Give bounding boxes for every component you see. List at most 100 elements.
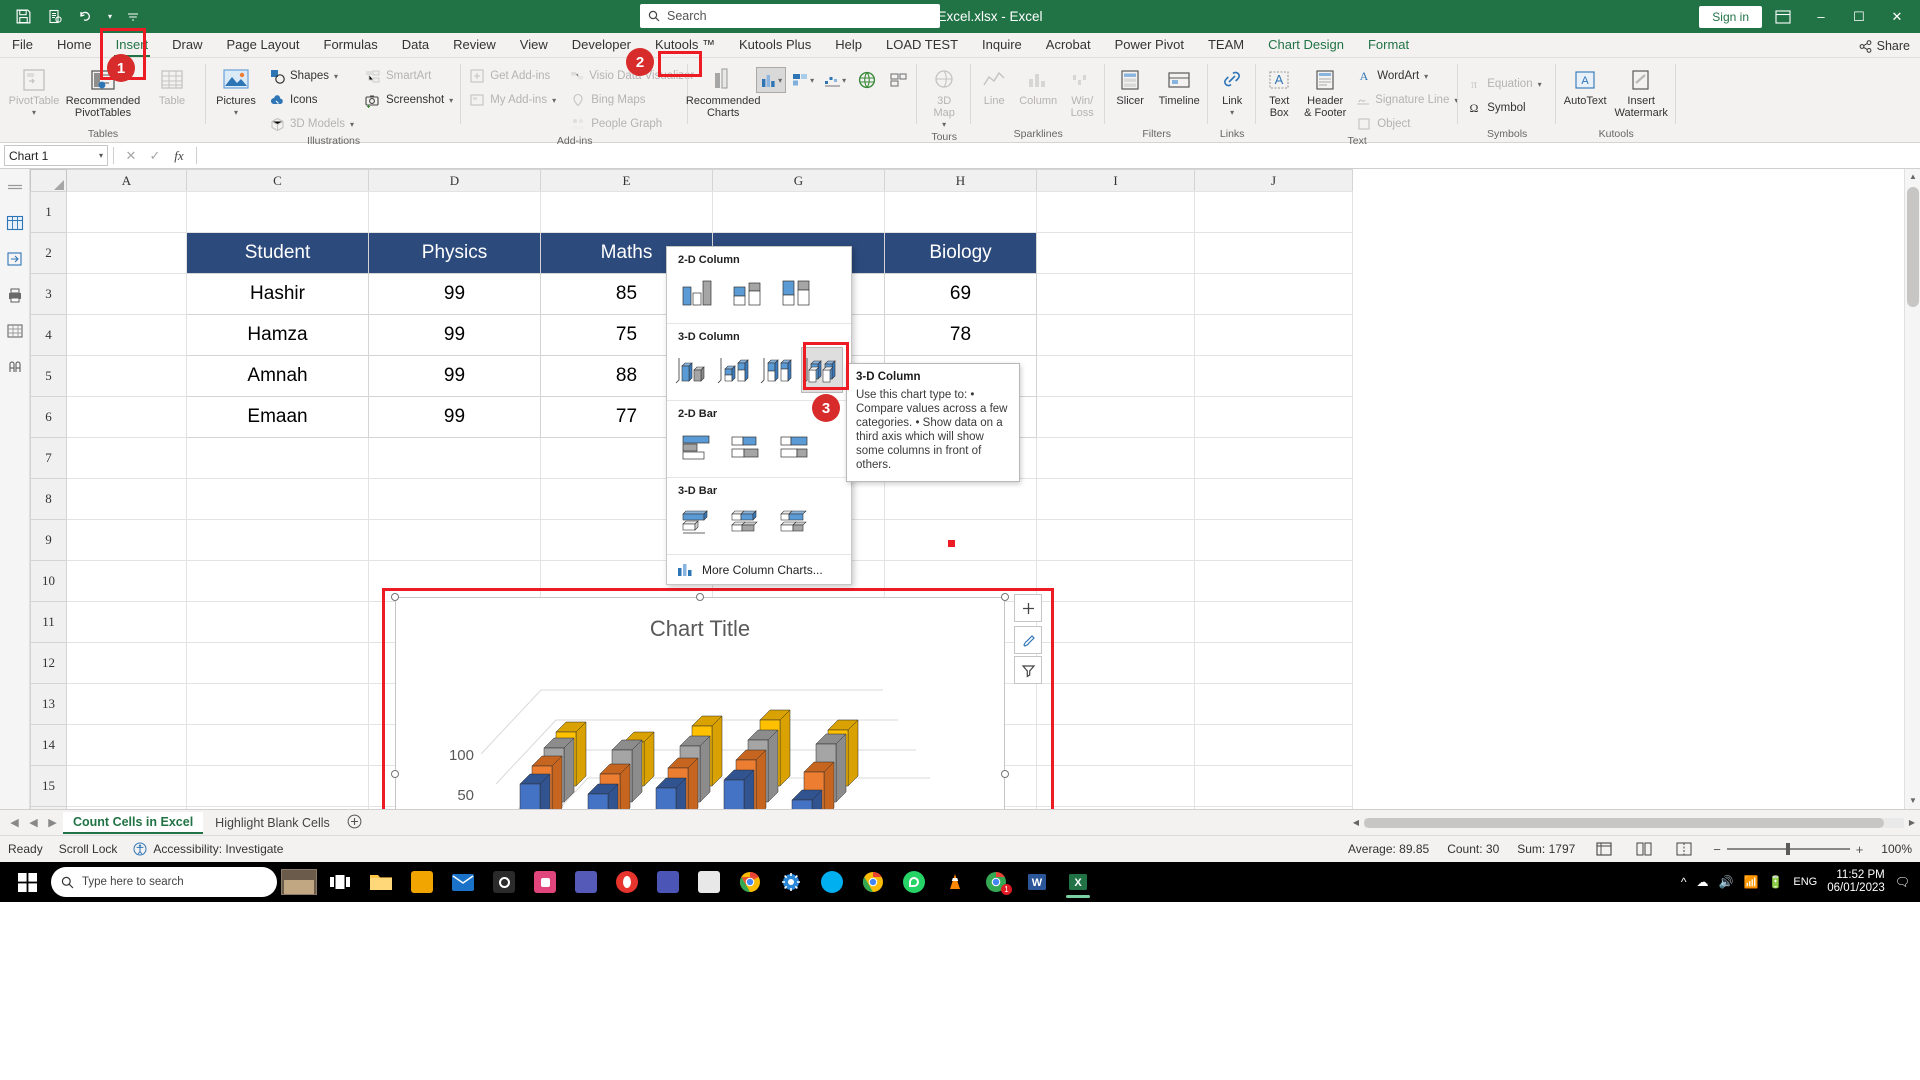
hscroll-right-arrow[interactable]: ▶ bbox=[1904, 818, 1920, 827]
search-box[interactable]: Search bbox=[640, 4, 940, 28]
insert-watermark-button[interactable]: Insert Watermark bbox=[1612, 61, 1670, 119]
ms-teams-button[interactable] bbox=[649, 865, 687, 899]
hscroll-thumb[interactable] bbox=[1364, 817, 1884, 828]
tab-format[interactable]: Format bbox=[1356, 34, 1421, 57]
share-button[interactable]: Share bbox=[1859, 39, 1910, 57]
word-button[interactable]: W bbox=[1018, 865, 1056, 899]
sparkline-line-button[interactable]: Line bbox=[974, 61, 1014, 107]
equation-button[interactable]: π Equation ▾ bbox=[1461, 73, 1553, 95]
column-header-a[interactable]: A bbox=[66, 169, 187, 192]
chart-object[interactable]: Chart Title 100 50 0 bbox=[395, 597, 1005, 809]
cell-c2[interactable]: Student bbox=[186, 232, 369, 274]
cell-j13[interactable] bbox=[1194, 683, 1353, 725]
chart-type-3d-clustered-column[interactable] bbox=[672, 347, 714, 393]
save-icon[interactable] bbox=[8, 4, 38, 30]
tab-help[interactable]: Help bbox=[823, 34, 874, 57]
wordart-button[interactable]: A WordArt ▾ bbox=[1351, 65, 1455, 87]
undo-icon[interactable] bbox=[72, 4, 102, 30]
chevron-down-icon[interactable]: ▾ bbox=[1538, 80, 1542, 89]
cell-j16[interactable] bbox=[1194, 806, 1353, 809]
chrome-button-2[interactable] bbox=[854, 865, 892, 899]
sparkline-column-button[interactable]: Column bbox=[1015, 61, 1061, 107]
chevron-down-icon[interactable]: ▾ bbox=[1424, 72, 1428, 81]
cell-e1[interactable] bbox=[540, 191, 713, 233]
row-header-4[interactable]: 4 bbox=[30, 314, 67, 356]
tab-kutools-plus[interactable]: Kutools Plus bbox=[727, 34, 823, 57]
cell-h4[interactable]: 78 bbox=[884, 314, 1037, 356]
chart-type-clustered-bar[interactable] bbox=[675, 424, 721, 470]
icons-button[interactable]: Icons bbox=[264, 89, 359, 111]
signature-line-button[interactable]: Signature Line ▾ bbox=[1351, 89, 1458, 111]
minimize-icon[interactable]: – bbox=[1804, 3, 1838, 31]
sheet-tab-highlight-blank-cells[interactable]: Highlight Blank Cells bbox=[205, 813, 340, 833]
insert-pivotchart-button[interactable] bbox=[884, 67, 914, 93]
sparkline-winloss-button[interactable]: Win/ Loss bbox=[1062, 61, 1102, 119]
cell-j8[interactable] bbox=[1194, 478, 1353, 520]
cell-j6[interactable] bbox=[1194, 396, 1353, 438]
cell-i5[interactable] bbox=[1036, 355, 1195, 397]
print-preview-icon[interactable] bbox=[40, 4, 70, 30]
zoom-out-button[interactable]: − bbox=[1713, 842, 1721, 857]
row-header-15[interactable]: 15 bbox=[30, 765, 67, 807]
row-header-10[interactable]: 10 bbox=[30, 560, 67, 602]
chart-filters-button[interactable] bbox=[1014, 656, 1042, 684]
slicer-button[interactable]: Slicer bbox=[1108, 61, 1152, 107]
restore-icon[interactable]: ☐ bbox=[1842, 3, 1876, 31]
cell-h9[interactable] bbox=[884, 519, 1037, 561]
cell-c14[interactable] bbox=[186, 724, 369, 766]
autotext-button[interactable]: A AutoText bbox=[1559, 61, 1611, 107]
cell-a8[interactable] bbox=[66, 478, 187, 520]
find-icon[interactable] bbox=[5, 357, 25, 377]
notifications-icon[interactable]: 🗨 bbox=[1895, 875, 1910, 889]
tab-team[interactable]: TEAM bbox=[1196, 34, 1256, 57]
undo-dropdown-icon[interactable]: ▾ bbox=[104, 4, 116, 30]
scroll-thumb[interactable] bbox=[1907, 187, 1919, 307]
first-sheet-arrow[interactable]: ◀ bbox=[6, 816, 23, 829]
tab-insert[interactable]: Insert bbox=[104, 34, 161, 57]
chevron-down-icon[interactable]: ▾ bbox=[842, 76, 846, 85]
cell-c5[interactable]: Amnah bbox=[186, 355, 369, 397]
skype-button[interactable] bbox=[813, 865, 851, 899]
task-view-button[interactable] bbox=[321, 865, 359, 899]
cell-a9[interactable] bbox=[66, 519, 187, 561]
more-column-charts-item[interactable]: More Column Charts... bbox=[667, 555, 851, 584]
cell-i15[interactable] bbox=[1036, 765, 1195, 807]
tab-review[interactable]: Review bbox=[441, 34, 508, 57]
tab-page-layout[interactable]: Page Layout bbox=[215, 34, 312, 57]
normal-view-button[interactable] bbox=[1593, 840, 1615, 858]
cell-a6[interactable] bbox=[66, 396, 187, 438]
cell-h8[interactable] bbox=[884, 478, 1037, 520]
tab-formulas[interactable]: Formulas bbox=[312, 34, 390, 57]
symbol-button[interactable]: Ω Symbol bbox=[1461, 97, 1553, 119]
bing-maps-button[interactable]: Bing Maps bbox=[565, 89, 685, 111]
insert-function-button[interactable]: fx bbox=[167, 148, 191, 164]
pane-collapse-icon[interactable] bbox=[5, 177, 25, 197]
file-explorer-button[interactable] bbox=[362, 865, 400, 899]
row-header-7[interactable]: 7 bbox=[30, 437, 67, 479]
tab-data[interactable]: Data bbox=[390, 34, 441, 57]
cell-i4[interactable] bbox=[1036, 314, 1195, 356]
screen-recorder-button[interactable] bbox=[526, 865, 564, 899]
network-icon[interactable]: 📶 bbox=[1743, 875, 1758, 889]
camera-button[interactable] bbox=[485, 865, 523, 899]
row-header-16[interactable]: 16 bbox=[30, 806, 67, 809]
row-header-1[interactable]: 1 bbox=[30, 191, 67, 233]
get-addins-button[interactable]: Get Add-ins bbox=[464, 65, 564, 87]
cell-d1[interactable] bbox=[368, 191, 541, 233]
taskbar-search[interactable]: Type here to search bbox=[51, 867, 277, 897]
3d-models-button[interactable]: 3D Models ▾ bbox=[264, 113, 359, 135]
cell-j7[interactable] bbox=[1194, 437, 1353, 479]
zoom-slider[interactable]: − + bbox=[1713, 842, 1863, 857]
tab-view[interactable]: View bbox=[508, 34, 560, 57]
teams-button[interactable] bbox=[567, 865, 605, 899]
pictures-button[interactable]: Pictures ▾ bbox=[209, 61, 263, 119]
cell-d4[interactable]: 99 bbox=[368, 314, 541, 356]
insert-map-chart-button[interactable] bbox=[852, 67, 882, 93]
cell-a7[interactable] bbox=[66, 437, 187, 479]
chart-type-stacked-bar[interactable] bbox=[724, 424, 770, 470]
taskview-thumbnail[interactable] bbox=[280, 865, 318, 899]
cell-c12[interactable] bbox=[186, 642, 369, 684]
row-header-5[interactable]: 5 bbox=[30, 355, 67, 397]
chart-type-3d-100-stacked-bar[interactable] bbox=[773, 501, 819, 547]
chevron-down-icon[interactable]: ▾ bbox=[99, 151, 103, 160]
